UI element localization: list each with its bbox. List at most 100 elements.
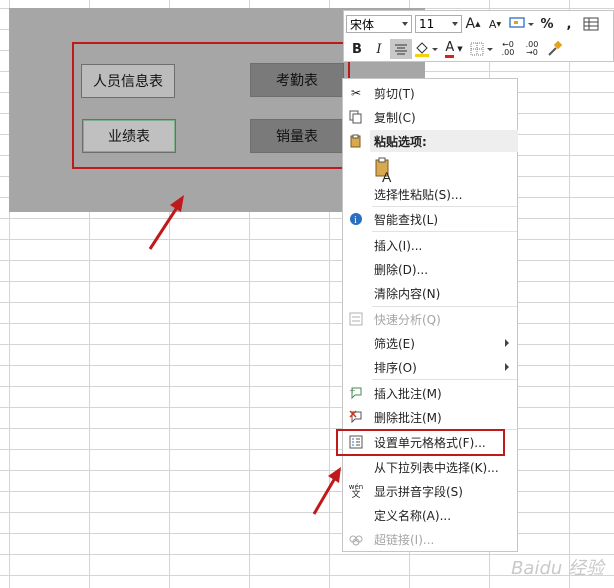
svg-text:A: A: [382, 169, 392, 183]
menu-item-label: 插入(I)...: [374, 238, 423, 253]
submenu-arrow-icon: [505, 363, 509, 371]
arrow-to-format-cells: [312, 467, 341, 515]
menu-item-filter[interactable]: 筛选(E): [343, 332, 517, 354]
decrease-decimal-icon: →0: [526, 48, 538, 57]
font-name-dropdown[interactable]: 宋体: [346, 15, 412, 33]
menu-item-label: 选择性粘贴(S)...: [374, 187, 463, 202]
link-icon: [347, 530, 365, 548]
comma-icon: ,: [566, 16, 572, 32]
chevron-down-icon: [402, 22, 408, 26]
insert-comment-icon: +: [347, 384, 365, 402]
shrink-font-icon: A: [488, 17, 497, 31]
svg-text:+: +: [349, 386, 356, 395]
accounting-icon: [509, 17, 534, 28]
font-color-button[interactable]: A ▼: [440, 39, 468, 59]
fill-color-button[interactable]: [412, 39, 440, 59]
menu-item-delete-comment[interactable]: 删除批注(M): [343, 406, 517, 428]
italic-icon: I: [376, 41, 382, 57]
smart-lookup-icon: i: [347, 210, 365, 228]
accounting-format-button[interactable]: [506, 14, 536, 34]
menu-item-label: 筛选(E): [374, 336, 415, 351]
chevron-down-icon: [452, 22, 458, 26]
menu-separator: [372, 379, 517, 380]
menu-item-hyperlink[interactable]: 超链接(I)...: [343, 528, 517, 550]
menu-item-label: 快速分析(Q): [374, 312, 441, 327]
align-center-button[interactable]: [390, 39, 412, 59]
percent-icon: %: [540, 16, 554, 32]
decrease-font-size-button[interactable]: A ▼: [484, 14, 506, 34]
menu-item-clear-contents[interactable]: 清除内容(N): [343, 282, 517, 304]
menu-item-label: 排序(O): [374, 360, 417, 375]
submenu-arrow-icon: [505, 339, 509, 347]
menu-separator: [372, 231, 517, 232]
menu-item-label: 从下拉列表中选择(K)...: [374, 460, 499, 475]
menu-item-label: 插入批注(M): [374, 386, 442, 401]
menu-item-show-phonetic[interactable]: wén 文 显示拼音字段(S): [343, 480, 517, 502]
format-table-button[interactable]: [580, 14, 602, 34]
context-menu: ✂ 剪切(T) 复制(C) 粘贴选项: A 选择性粘贴(S)... i 智能查找…: [342, 78, 518, 552]
borders-button[interactable]: [468, 39, 496, 59]
menu-item-paste-special[interactable]: 选择性粘贴(S)...: [343, 183, 517, 205]
align-center-icon: [395, 44, 407, 55]
borders-icon: [470, 42, 493, 56]
menu-item-pick-from-list[interactable]: 从下拉列表中选择(K)...: [343, 456, 517, 478]
increase-font-size-button[interactable]: A ▲: [462, 14, 484, 34]
svg-text:i: i: [354, 215, 357, 226]
grow-font-icon: A: [465, 16, 476, 32]
font-name-value: 宋体: [350, 17, 375, 32]
font-color-icon: A: [445, 40, 455, 58]
menu-item-cut[interactable]: ✂ 剪切(T): [343, 82, 517, 104]
scissors-icon: ✂: [350, 86, 362, 100]
copy-icon: [347, 108, 365, 126]
font-size-value: 11: [419, 17, 435, 31]
menu-item-label: 智能查找(L): [374, 212, 439, 227]
italic-button[interactable]: I: [368, 39, 390, 59]
caret-down-icon: ▼: [496, 20, 502, 28]
menu-item-copy[interactable]: 复制(C): [343, 106, 517, 128]
paste-keep-text-option[interactable]: A: [343, 155, 517, 185]
arrow-to-buttons: [148, 195, 184, 250]
menu-item-label: 显示拼音字段(S): [374, 484, 463, 499]
clipboard-text-icon: A: [374, 157, 396, 185]
menu-item-label: 复制(C): [374, 110, 416, 125]
paste-options-header: 粘贴选项:: [370, 130, 518, 152]
paste-icon: [347, 132, 365, 150]
format-painter-button[interactable]: [544, 39, 566, 59]
menu-item-delete[interactable]: 删除(D)...: [343, 258, 517, 280]
increase-decimal-button[interactable]: ←0.00: [496, 39, 520, 59]
menu-item-label: 删除(D)...: [374, 262, 429, 277]
brush-icon: [548, 41, 563, 56]
menu-item-quick-analysis[interactable]: 快速分析(Q): [343, 308, 517, 330]
watermark: Baidu 经验: [511, 558, 604, 579]
decrease-decimal-button[interactable]: .00 →0: [520, 39, 544, 59]
mini-toolbar: 宋体 11 A ▲ A ▼ % , B I A ▼ ←0.00 .00 →0: [343, 10, 614, 62]
menu-item-sort[interactable]: 排序(O): [343, 356, 517, 378]
bold-button[interactable]: B: [346, 39, 368, 59]
menu-item-label: 清除内容(N): [374, 286, 441, 301]
menu-item-label: 超链接(I)...: [374, 532, 435, 547]
menu-item-insert-comment[interactable]: + 插入批注(M): [343, 382, 517, 404]
menu-separator: [372, 206, 517, 207]
menu-separator: [372, 306, 517, 307]
bold-icon: B: [352, 41, 362, 57]
phonetic-icon-bottom: 文: [351, 490, 361, 500]
phonetic-icon: wén 文: [347, 482, 365, 500]
menu-item-label: 定义名称(A)...: [374, 508, 452, 523]
paint-bucket-icon: [415, 42, 438, 57]
table-format-icon: [583, 17, 599, 31]
font-size-dropdown[interactable]: 11: [415, 15, 462, 33]
menu-item-label: 剪切(T): [374, 86, 415, 101]
caret-up-icon: ▲: [475, 20, 481, 28]
menu-item-label: 删除批注(M): [374, 410, 442, 425]
quick-analysis-icon: [347, 310, 365, 328]
percent-style-button[interactable]: %: [536, 14, 558, 34]
increase-decimal-value: .00: [501, 48, 515, 57]
menu-item-smart-lookup[interactable]: i 智能查找(L): [343, 208, 517, 230]
delete-comment-icon: [347, 408, 365, 426]
comma-style-button[interactable]: ,: [558, 14, 580, 34]
chevron-down-icon: ▼: [457, 45, 463, 53]
highlight-box-format-cells: [336, 429, 505, 456]
menu-item-define-name[interactable]: 定义名称(A)...: [343, 504, 517, 526]
menu-item-insert[interactable]: 插入(I)...: [343, 234, 517, 256]
annotation-arrows: [148, 195, 341, 515]
